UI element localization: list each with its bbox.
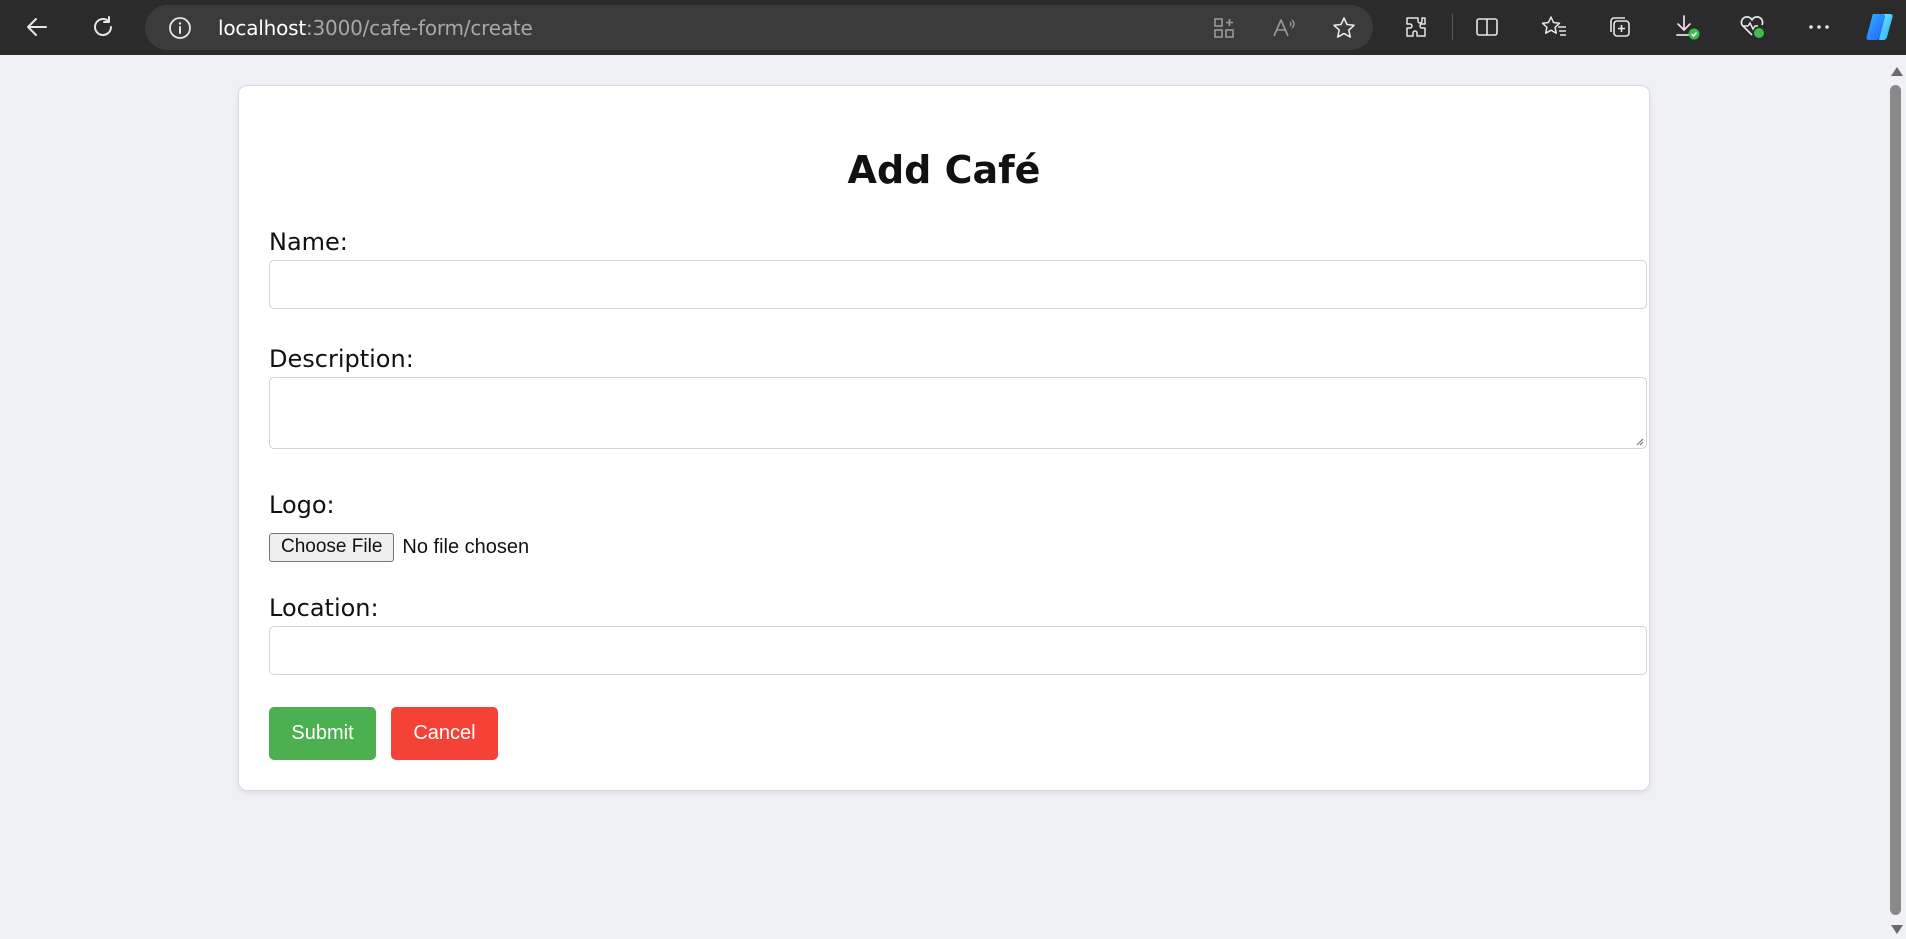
resize-grip-icon[interactable] [1634,436,1644,446]
submit-button[interactable]: Submit [269,707,376,760]
cancel-button[interactable]: Cancel [391,707,498,760]
page-viewport: Add Café Name: Description: Logo: Choose… [0,55,1886,939]
url-text[interactable]: localhost:3000/cafe-form/create [218,16,533,40]
location-input[interactable] [269,626,1647,675]
url-host: localhost [218,16,306,40]
logo-file-input[interactable]: Choose File No file chosen [269,532,529,562]
read-aloud-icon[interactable] [1271,15,1297,41]
extensions-icon[interactable] [1399,10,1433,44]
toolbar-divider [1452,14,1453,40]
star-icon[interactable] [1331,15,1357,41]
description-textarea[interactable] [269,377,1647,449]
scroll-up-arrow-icon[interactable] [1891,67,1903,76]
copilot-icon[interactable] [1863,10,1897,44]
scroll-down-arrow-icon[interactable] [1891,925,1903,934]
page-title: Add Café [847,148,1041,192]
back-arrow-icon[interactable] [17,8,57,46]
description-label: Description: [269,345,414,373]
location-label: Location: [269,594,379,622]
split-screen-icon[interactable] [1470,10,1504,44]
info-icon[interactable] [167,15,193,41]
choose-file-button[interactable]: Choose File [269,532,395,562]
browser-toolbar: localhost:3000/cafe-form/create [0,0,1906,55]
name-label: Name: [269,228,348,256]
name-input[interactable] [269,260,1647,309]
cafe-form-card: Add Café Name: Description: Logo: Choose… [238,85,1650,791]
more-icon[interactable] [1802,10,1836,44]
downloads-icon[interactable] [1670,10,1704,44]
address-bar[interactable]: localhost:3000/cafe-form/create [145,5,1373,50]
favorites-icon[interactable] [1537,10,1571,44]
file-status-text: No file chosen [402,535,530,558]
url-path: :3000/cafe-form/create [305,16,533,40]
browser-essentials-icon[interactable] [1736,10,1770,44]
refresh-icon[interactable] [83,8,123,46]
logo-label: Logo: [269,491,335,519]
collections-icon[interactable] [1603,10,1637,44]
scroll-thumb[interactable] [1890,85,1901,915]
app-available-icon[interactable] [1211,15,1237,41]
vertical-scrollbar[interactable] [1886,55,1906,939]
